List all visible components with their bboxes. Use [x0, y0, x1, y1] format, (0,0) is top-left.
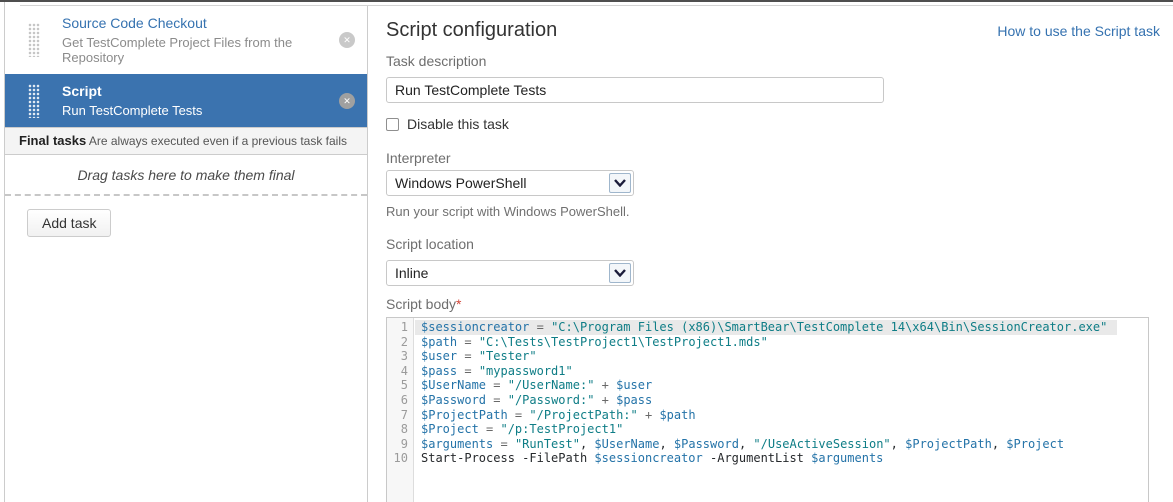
interpreter-help-text: Run your script with Windows PowerShell.: [386, 204, 629, 219]
page-title: Script configuration: [386, 19, 557, 42]
task-list-sidebar: Source Code Checkout Get TestComplete Pr…: [5, 6, 368, 502]
task-description-input[interactable]: [386, 77, 884, 103]
task-text: Script Run TestComplete Tests: [62, 83, 202, 118]
code-line[interactable]: $path = "C:\Tests\TestProject1\TestProje…: [415, 335, 1148, 350]
required-asterisk: *: [456, 296, 461, 312]
code-line[interactable]: $user = "Tester": [415, 349, 1148, 364]
code-line[interactable]: $sessioncreator = "C:\Program Files (x86…: [415, 320, 1117, 335]
task-subtitle: Get TestComplete Project Files from the …: [62, 35, 327, 65]
bamboo-task-config-screen: Source Code Checkout Get TestComplete Pr…: [0, 0, 1173, 502]
chevron-down-icon[interactable]: [609, 173, 631, 193]
task-description-label: Task description: [386, 53, 486, 69]
final-tasks-label: Final tasks: [19, 133, 86, 148]
code-line[interactable]: Start-Process -FilePath $sessioncreator …: [415, 451, 1148, 466]
script-configuration-panel: Script configuration How to use the Scri…: [369, 6, 1173, 502]
remove-task-button[interactable]: ✕: [339, 93, 355, 109]
line-number: 4: [387, 364, 413, 379]
task-subtitle: Run TestComplete Tests: [62, 103, 202, 118]
task-text: Source Code Checkout Get TestComplete Pr…: [62, 15, 327, 65]
task-title-link[interactable]: Script: [62, 83, 202, 99]
dashed-separator: [5, 194, 367, 196]
line-number: 2: [387, 335, 413, 350]
final-tasks-drop-zone[interactable]: Drag tasks here to make them final: [5, 155, 367, 194]
interpreter-select[interactable]: Windows PowerShell: [386, 170, 634, 196]
disable-task-label[interactable]: Disable this task: [407, 116, 509, 132]
task-item-source-code-checkout[interactable]: Source Code Checkout Get TestComplete Pr…: [5, 6, 367, 74]
task-item-script[interactable]: Script Run TestComplete Tests ✕: [5, 74, 367, 127]
interpreter-selected-value: Windows PowerShell: [395, 171, 527, 195]
interpreter-label: Interpreter: [386, 150, 451, 166]
code-line[interactable]: $arguments = "RunTest", $UserName, $Pass…: [415, 437, 1148, 452]
script-location-select[interactable]: Inline: [386, 260, 634, 286]
script-location-label: Script location: [386, 236, 474, 252]
script-body-editor[interactable]: 12345678910 $sessioncreator = "C:\Progra…: [386, 317, 1149, 502]
final-tasks-description: Are always executed even if a previous t…: [89, 134, 347, 148]
top-edge-bar: [0, 0, 1173, 2]
line-number: 10: [387, 451, 413, 466]
final-tasks-header: Final tasks Are always executed even if …: [5, 127, 367, 155]
script-body-label: Script body*: [386, 296, 462, 312]
close-icon: ✕: [343, 96, 351, 106]
line-number: 6: [387, 393, 413, 408]
drag-handle-icon[interactable]: [28, 23, 40, 57]
code-line[interactable]: $pass = "mypassword1": [415, 364, 1148, 379]
editor-gutter: 12345678910: [387, 318, 414, 502]
drag-handle-icon[interactable]: [28, 84, 40, 118]
line-number: 9: [387, 437, 413, 452]
code-line[interactable]: $Password = "/Password:" + $pass: [415, 393, 1148, 408]
code-line[interactable]: $ProjectPath = "/ProjectPath:" + $path: [415, 408, 1148, 423]
line-number: 8: [387, 422, 413, 437]
line-number: 5: [387, 378, 413, 393]
disable-task-row: Disable this task: [386, 116, 509, 132]
code-line[interactable]: $UserName = "/UserName:" + $user: [415, 378, 1148, 393]
line-number: 7: [387, 408, 413, 423]
script-body-label-text: Script body: [386, 296, 456, 312]
close-icon: ✕: [343, 35, 351, 45]
line-number: 3: [387, 349, 413, 364]
remove-task-button[interactable]: ✕: [339, 32, 355, 48]
help-link[interactable]: How to use the Script task: [997, 23, 1160, 39]
line-number: 1: [387, 320, 413, 335]
code-line[interactable]: $Project = "/p:TestProject1": [415, 422, 1148, 437]
disable-task-checkbox[interactable]: [386, 118, 399, 131]
task-title-link[interactable]: Source Code Checkout: [62, 15, 327, 31]
add-task-button[interactable]: Add task: [27, 209, 111, 237]
script-location-selected-value: Inline: [395, 261, 428, 285]
chevron-down-icon[interactable]: [609, 263, 631, 283]
editor-code[interactable]: $sessioncreator = "C:\Program Files (x86…: [415, 318, 1148, 466]
